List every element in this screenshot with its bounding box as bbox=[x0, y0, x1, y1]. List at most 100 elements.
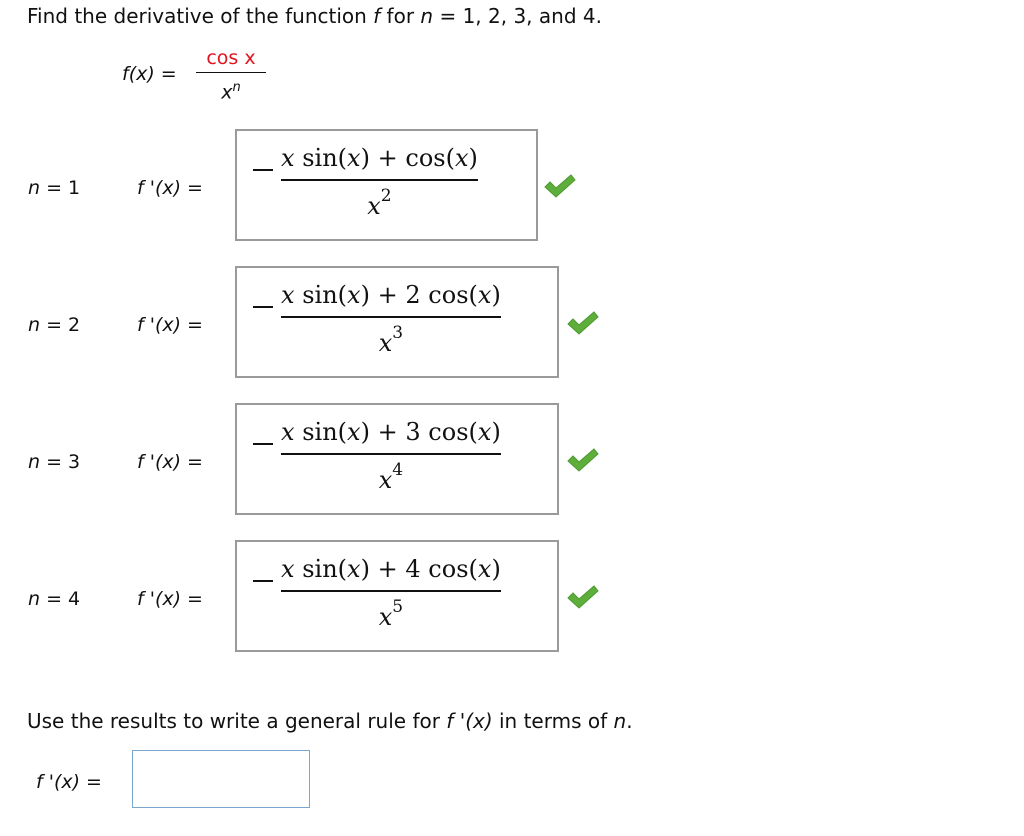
math-variable-x: x bbox=[477, 418, 492, 446]
checkmark-icon bbox=[544, 174, 576, 198]
denominator-exponent: 2 bbox=[380, 185, 392, 206]
math-variable-x: x bbox=[347, 418, 361, 446]
math-glyph: ( bbox=[337, 418, 348, 446]
math-glyph: s bbox=[302, 281, 315, 309]
function-lhs: f(x) = bbox=[122, 63, 177, 85]
math-glyph: c bbox=[405, 144, 419, 172]
general-rule-text-mid: in terms of bbox=[492, 709, 614, 733]
f-prime-label: f '(x) = bbox=[137, 314, 203, 336]
math-glyph: c bbox=[428, 418, 442, 446]
general-rule-f-expr: f '(x) bbox=[446, 709, 493, 733]
answer-fraction: x sin(x) + 2 cos(x) x3 bbox=[281, 278, 501, 360]
derivative-row-n4: n = 4 f '(x) = x sin(x) + 4 cos(x) x5 bbox=[0, 540, 640, 656]
derivative-row-n1: n = 1 f '(x) = x sin(x) + cos(x) x2 bbox=[0, 129, 640, 245]
math-glyph: + bbox=[377, 418, 398, 446]
checkmark-icon bbox=[567, 311, 599, 335]
math-glyph: s bbox=[302, 418, 315, 446]
math-glyph: s bbox=[433, 144, 446, 172]
prompt-n-symbol: n bbox=[420, 4, 434, 28]
general-rule-text-suffix: . bbox=[626, 709, 633, 733]
minus-sign bbox=[253, 169, 273, 171]
n-label: n = 2 bbox=[28, 314, 80, 336]
general-answer-label: f '(x) = bbox=[36, 771, 102, 793]
math-glyph: n bbox=[322, 281, 338, 309]
math-variable-x: x bbox=[347, 281, 361, 309]
derivative-row-n3: n = 3 f '(x) = x sin(x) + 3 cos(x) x4 bbox=[0, 403, 640, 519]
answer-box[interactable]: x sin(x) + 2 cos(x) x3 bbox=[235, 266, 559, 378]
math-glyph: s bbox=[456, 555, 469, 583]
general-rule-prompt: Use the results to write a general rule … bbox=[27, 709, 633, 733]
minus-sign bbox=[253, 580, 273, 582]
math-glyph: ( bbox=[337, 555, 348, 583]
answer-denominator: x3 bbox=[281, 320, 501, 360]
prompt-text: Find the derivative of the function bbox=[27, 4, 374, 28]
n-value: = 3 bbox=[40, 451, 81, 473]
answer-fraction: x sin(x) + cos(x) x2 bbox=[281, 141, 478, 223]
math-glyph: 2 bbox=[405, 281, 421, 309]
prompt-text-mid: for bbox=[380, 4, 421, 28]
math-variable-x: x bbox=[477, 281, 492, 309]
answer-denominator: x2 bbox=[281, 183, 478, 223]
denominator-base: x bbox=[378, 328, 393, 357]
answer-denominator: x4 bbox=[281, 457, 501, 497]
math-glyph: s bbox=[302, 555, 315, 583]
function-denominator: xn bbox=[196, 75, 266, 105]
math-glyph bbox=[370, 144, 378, 172]
question-prompt: Find the derivative of the function f fo… bbox=[27, 4, 602, 28]
n-symbol: n bbox=[28, 314, 41, 336]
math-glyph: n bbox=[322, 418, 338, 446]
math-variable-x: x bbox=[281, 555, 295, 583]
answer-box[interactable]: x sin(x) + 3 cos(x) x4 bbox=[235, 403, 559, 515]
general-rule-text: Use the results to write a general rule … bbox=[27, 709, 447, 733]
math-glyph: s bbox=[456, 418, 469, 446]
math-glyph: c bbox=[428, 555, 442, 583]
math-variable-x: x bbox=[281, 144, 295, 172]
denominator-exponent: 3 bbox=[392, 322, 404, 343]
minus-sign bbox=[253, 306, 273, 308]
math-glyph: + bbox=[377, 281, 398, 309]
math-glyph: o bbox=[441, 418, 457, 446]
math-glyph: ) bbox=[491, 418, 501, 446]
math-glyph: ) bbox=[468, 144, 478, 172]
math-variable-x: x bbox=[347, 555, 361, 583]
f-prime-label: f '(x) = bbox=[137, 451, 203, 473]
math-glyph: 3 bbox=[405, 418, 421, 446]
math-glyph: o bbox=[441, 281, 457, 309]
math-glyph: + bbox=[377, 144, 398, 172]
function-fraction: cos x xn bbox=[196, 46, 266, 105]
math-glyph: ) bbox=[360, 144, 370, 172]
n-label: n = 4 bbox=[28, 588, 80, 610]
answer-numerator: x sin(x) + 2 cos(x) bbox=[281, 278, 501, 312]
general-rule-answer-input[interactable] bbox=[132, 750, 310, 808]
minus-sign bbox=[253, 443, 273, 445]
math-glyph: c bbox=[428, 281, 442, 309]
prompt-text-suffix: = 1, 2, 3, and 4. bbox=[433, 4, 602, 28]
math-glyph: + bbox=[377, 555, 398, 583]
math-glyph: o bbox=[441, 555, 457, 583]
answer-numerator: x sin(x) + cos(x) bbox=[281, 141, 478, 175]
math-glyph: o bbox=[418, 144, 434, 172]
denominator-base: x bbox=[367, 191, 381, 220]
denominator-exponent: n bbox=[232, 80, 241, 95]
answer-box[interactable]: x sin(x) + cos(x) x2 bbox=[235, 129, 538, 241]
checkmark-icon bbox=[567, 585, 599, 609]
math-glyph: ) bbox=[491, 555, 501, 583]
answer-fraction: x sin(x) + 4 cos(x) x5 bbox=[281, 552, 501, 634]
n-label: n = 1 bbox=[28, 177, 80, 199]
fraction-bar bbox=[281, 316, 501, 318]
checkmark-icon bbox=[567, 448, 599, 472]
math-glyph: ( bbox=[468, 555, 478, 583]
answer-box[interactable]: x sin(x) + 4 cos(x) x5 bbox=[235, 540, 559, 652]
n-value: = 2 bbox=[40, 314, 81, 336]
answer-numerator: x sin(x) + 3 cos(x) bbox=[281, 415, 501, 449]
n-symbol: n bbox=[28, 588, 41, 610]
denominator-base: x bbox=[378, 465, 393, 494]
function-numerator: cos x bbox=[206, 47, 256, 69]
fraction-bar bbox=[281, 453, 501, 455]
n-value: = 1 bbox=[40, 177, 81, 199]
fraction-bar bbox=[281, 590, 501, 592]
math-glyph: 4 bbox=[405, 555, 421, 583]
math-glyph bbox=[370, 418, 378, 446]
math-glyph: ) bbox=[360, 555, 370, 583]
math-glyph: n bbox=[322, 555, 338, 583]
